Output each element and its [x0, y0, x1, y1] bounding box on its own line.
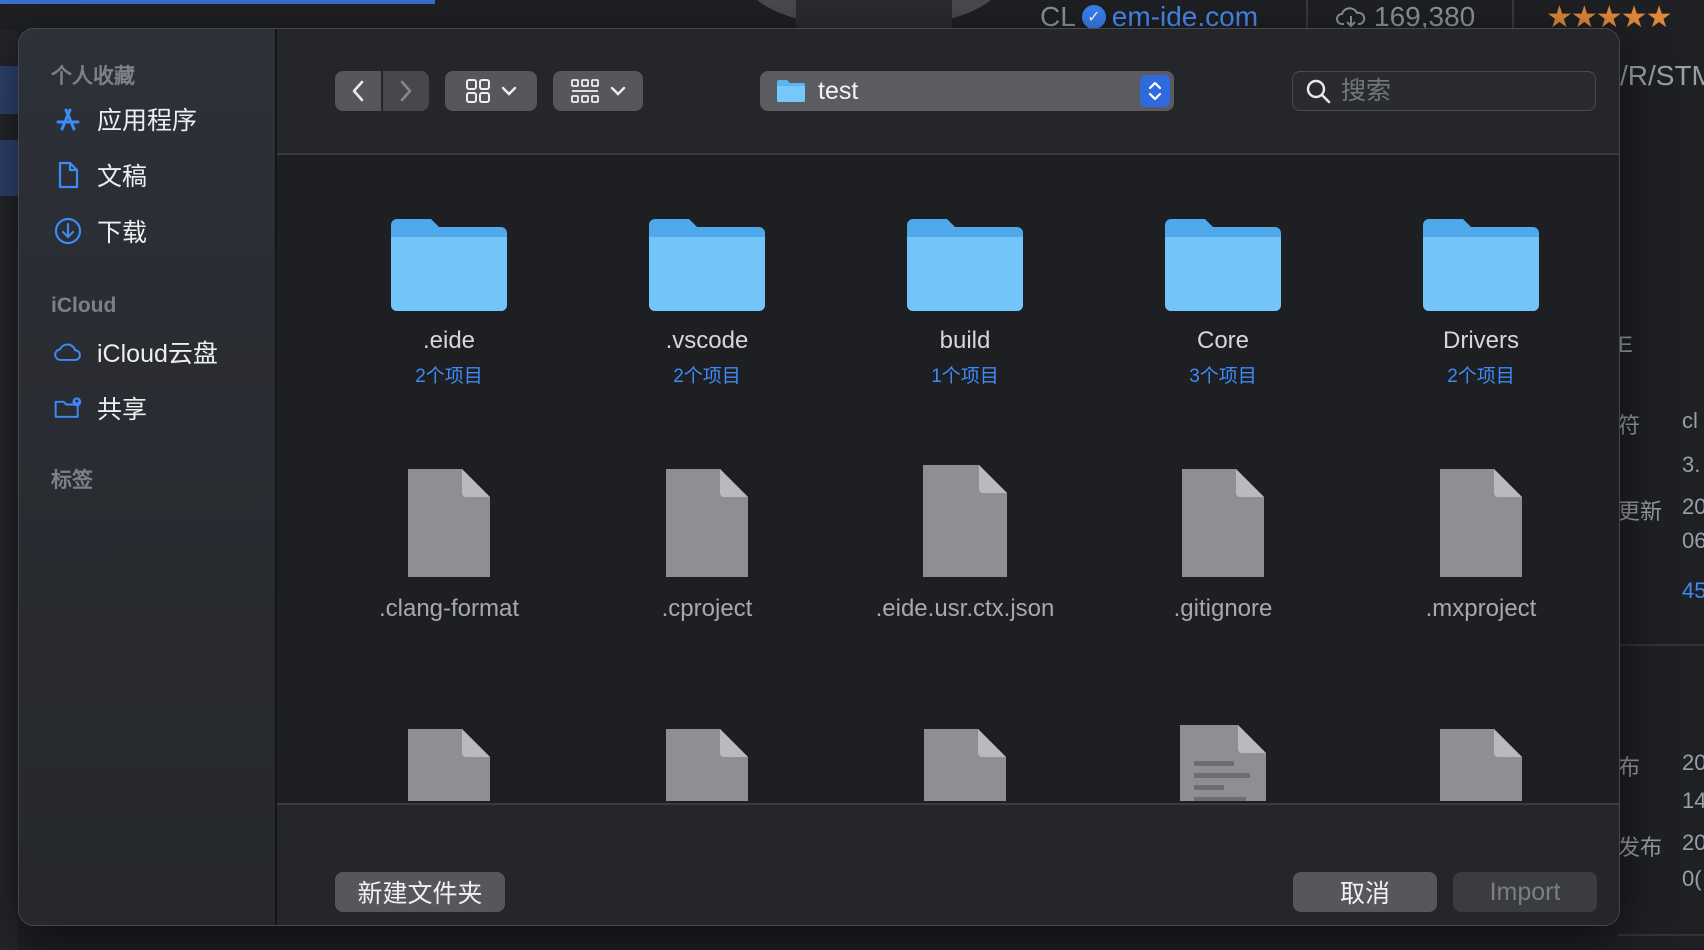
current-folder-name: test: [818, 76, 859, 105]
sidebar-item-label: 应用程序: [97, 107, 198, 135]
folder-icon: [1165, 219, 1281, 311]
chevron-right-icon: [400, 80, 412, 102]
verified-icon: ✓: [1081, 5, 1106, 29]
file-icon: [1182, 469, 1264, 577]
text-document-icon: [1180, 725, 1266, 801]
file-icon: [1440, 469, 1522, 577]
file-icon: [666, 469, 748, 577]
group-view-icon: [571, 79, 599, 103]
sidebar-item-icloud-drive[interactable]: iCloud云盘: [53, 332, 218, 372]
sidebar-item-downloads[interactable]: 下载: [53, 211, 147, 251]
icloud-section-title: iCloud: [51, 294, 117, 317]
chevron-left-icon: [352, 80, 364, 102]
file-item-eide-usr-ctx-json[interactable]: .eide.usr.ctx.json: [845, 461, 1085, 623]
file-icon: [923, 465, 1007, 577]
file-icon: [1440, 729, 1522, 801]
file-item-partial[interactable]: [845, 725, 1085, 801]
icon-view-icon: [466, 79, 490, 103]
file-item-partial[interactable]: [587, 725, 827, 801]
file-icon: [408, 729, 490, 801]
tags-section-title: 标签: [51, 469, 93, 492]
cloud-download-icon: [1336, 7, 1366, 28]
forward-button[interactable]: [383, 71, 429, 111]
file-item-partial[interactable]: [1361, 725, 1601, 801]
sidebar-item-label: 下载: [97, 219, 148, 247]
folder-item-core[interactable]: Core 3个项目: [1103, 215, 1343, 388]
background-tab-indicator: [0, 0, 435, 4]
file-item-cproject[interactable]: .cproject: [587, 465, 827, 623]
file-icon: [924, 729, 1006, 801]
background-extension-logo: [748, 0, 1000, 28]
file-item-partial[interactable]: [329, 725, 569, 801]
chevron-down-icon: [501, 86, 517, 96]
folder-icon: [391, 219, 507, 311]
dialog-sidebar: 个人收藏 应用程序 文稿 下载 iCloud iCloud云盘 共享 标签: [19, 29, 277, 925]
open-file-dialog: 个人收藏 应用程序 文稿 下载 iCloud iCloud云盘 共享 标签 te…: [18, 28, 1620, 926]
file-item-clang-format[interactable]: .clang-format: [329, 465, 569, 623]
download-icon: [53, 216, 83, 246]
search-icon: [1306, 79, 1331, 104]
cancel-button[interactable]: 取消: [1293, 872, 1437, 912]
chevron-down-icon: [610, 86, 626, 96]
new-folder-button[interactable]: 新建文件夹: [335, 872, 505, 912]
sidebar-item-documents[interactable]: 文稿: [53, 155, 147, 195]
folder-icon: [1423, 219, 1539, 311]
file-item-mxproject[interactable]: .mxproject: [1361, 465, 1601, 623]
sidebar-item-shared[interactable]: 共享: [53, 388, 147, 428]
shared-folder-icon: [53, 393, 83, 423]
file-item-gitignore[interactable]: .gitignore: [1103, 465, 1343, 623]
sidebar-item-label: 文稿: [97, 163, 148, 191]
folder-icon: [649, 219, 765, 311]
folder-icon: [777, 80, 805, 102]
file-browser: test 搜索 .eide 2个项目 .vscode 2个项目 build 1个…: [277, 29, 1619, 925]
file-icon: [408, 469, 490, 577]
view-mode-button[interactable]: [445, 71, 537, 111]
folder-item-vscode[interactable]: .vscode 2个项目: [587, 215, 827, 388]
background-sidebar: [0, 30, 18, 950]
sidebar-item-label: 共享: [97, 396, 148, 424]
group-mode-button[interactable]: [553, 71, 643, 111]
folder-item-drivers[interactable]: Drivers 2个项目: [1361, 215, 1601, 388]
folder-item-build[interactable]: build 1个项目: [845, 215, 1085, 388]
sidebar-item-applications[interactable]: 应用程序: [53, 99, 197, 139]
folder-item-eide[interactable]: .eide 2个项目: [329, 215, 569, 388]
dialog-toolbar: test: [277, 29, 1619, 155]
dialog-footer: 新建文件夹 取消 Import: [277, 803, 1619, 925]
search-input[interactable]: [1339, 75, 1573, 107]
file-grid[interactable]: .eide 2个项目 .vscode 2个项目 build 1个项目 Core …: [277, 155, 1619, 801]
favorites-section-title: 个人收藏: [51, 65, 135, 88]
back-button[interactable]: [335, 71, 381, 111]
location-popup[interactable]: test: [760, 71, 1174, 111]
import-button[interactable]: Import: [1453, 872, 1597, 912]
sidebar-item-label: iCloud云盘: [97, 340, 218, 368]
cloud-icon: [53, 337, 83, 367]
updown-chevron-icon: [1140, 75, 1170, 107]
app-store-icon: [53, 104, 83, 134]
file-item-partial[interactable]: [1103, 721, 1343, 801]
document-icon: [53, 160, 83, 190]
search-field[interactable]: [1292, 71, 1596, 111]
file-icon: [666, 729, 748, 801]
folder-icon: [907, 219, 1023, 311]
